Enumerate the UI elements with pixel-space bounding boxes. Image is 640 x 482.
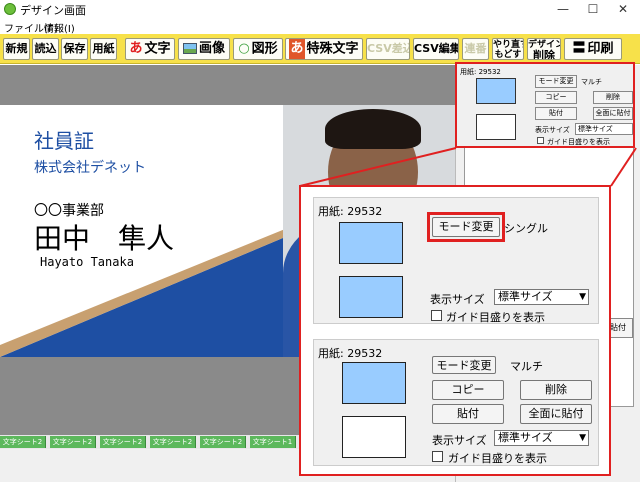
print-button[interactable]: 〓印刷 <box>564 38 622 60</box>
inset-guide-checkbox[interactable] <box>537 137 544 144</box>
multi-guide-label: ガイド目盛りを表示 <box>448 452 547 465</box>
inset-mode-button[interactable]: モード変更 <box>535 75 577 88</box>
chevron-down-icon: ▼ <box>579 292 586 302</box>
close-button[interactable]: ✕ <box>608 0 638 18</box>
save-button[interactable]: 保存 <box>61 38 88 60</box>
single-guide-label: ガイド目盛りを表示 <box>446 311 545 324</box>
card-name: 田中 隼人 <box>34 222 175 255</box>
print-icon: 〓 <box>572 41 586 56</box>
chevron-down-icon: ▼ <box>579 433 586 443</box>
multi-delete-button[interactable]: 削除 <box>520 380 592 400</box>
delete-design-label: 削除 <box>533 49 555 60</box>
maximize-button[interactable]: ☐ <box>578 0 608 18</box>
new-button[interactable]: 新規 <box>3 38 30 60</box>
single-size-select[interactable]: 標準サイズ ▼ <box>494 289 589 305</box>
app-icon <box>4 3 16 15</box>
csv-edit-button[interactable]: CSV編集 <box>413 38 459 60</box>
multi-size-label: 表示サイズ <box>432 434 487 447</box>
multi-paste-all-button[interactable]: 全面に貼付 <box>520 404 592 424</box>
single-size-value: 標準サイズ <box>498 290 553 303</box>
multi-paper-label: 用紙: 29532 <box>318 347 383 360</box>
multi-mode-panel: 用紙: 29532 モード変更 マルチ コピー 削除 貼付 全面に貼付 表示サイ… <box>313 339 599 466</box>
inset-copy-button[interactable]: コピー <box>535 91 577 104</box>
multi-size-select[interactable]: 標準サイズ ▼ <box>494 430 589 446</box>
card-romaji: Hayato Tanaka <box>40 255 134 269</box>
inset-mode-label: マルチ <box>581 78 602 86</box>
undo-redo-label: やり直す <box>493 40 523 50</box>
menu-bar: ファイル(F) 情報(I) <box>0 18 640 35</box>
multi-size-value: 標準サイズ <box>498 431 553 444</box>
sheet-tab[interactable]: 文字シート2 <box>100 436 146 448</box>
serial-number-button[interactable]: 連番 <box>462 38 489 60</box>
multi-swatch-top[interactable] <box>342 362 406 404</box>
single-mode-panel: 用紙: 29532 モード変更 シングル 表示サイズ 標準サイズ ▼ ガイド目盛… <box>313 197 599 324</box>
multi-swatch-bottom[interactable] <box>342 416 406 458</box>
single-swatch-top[interactable] <box>339 222 403 264</box>
window-title: デザイン画面 <box>20 4 86 17</box>
inset-delete-button[interactable]: 削除 <box>593 91 633 104</box>
csv-merge-button[interactable]: CSV差込 <box>366 38 410 60</box>
image-button[interactable]: 画像 <box>178 38 230 60</box>
delete-design-button[interactable]: デザイン 削除 <box>527 38 561 60</box>
special-text-button-label: 特殊文字 <box>306 41 359 57</box>
menu-info[interactable]: 情報(I) <box>44 20 75 35</box>
inset-size-label: 表示サイズ <box>535 126 570 134</box>
toolbar: 新規 読込 保存 用紙 あ文字 画像 ○ 図形 あ特殊文字 CSV差込 CSV編集… <box>0 34 640 64</box>
multi-paste-button[interactable]: 貼付 <box>432 404 504 424</box>
multi-mode-panel-small: 用紙: 29532 モード変更 マルチ コピー 削除 貼付 全面に貼付 表示サイ… <box>455 62 635 148</box>
single-size-label: 表示サイズ <box>430 293 485 306</box>
undo-label: もどす <box>494 50 522 60</box>
undo-button[interactable]: やり直す もどす <box>492 38 524 60</box>
circle-icon: ○ <box>238 41 250 56</box>
mode-change-illustration: 用紙: 29532 モード変更 シングル 表示サイズ 標準サイズ ▼ ガイド目盛… <box>299 185 611 476</box>
special-text-button[interactable]: あ特殊文字 <box>285 38 363 60</box>
sheet-tab[interactable]: 文字シート2 <box>50 436 96 448</box>
inset-swatch-bottom[interactable] <box>476 114 516 140</box>
single-guide-checkbox[interactable] <box>431 310 442 321</box>
text-icon: あ <box>129 41 143 56</box>
inset-size-select[interactable]: 標準サイズ <box>575 123 633 135</box>
print-button-label: 印刷 <box>587 41 614 57</box>
minimize-button[interactable]: — <box>548 0 578 18</box>
single-paper-label: 用紙: 29532 <box>318 205 383 218</box>
multi-mode-label: マルチ <box>510 360 543 373</box>
single-swatch-bottom[interactable] <box>339 276 403 318</box>
shape-button[interactable]: ○ 図形 <box>233 38 283 60</box>
title-bar: デザイン画面 — ☐ ✕ <box>0 0 640 18</box>
multi-copy-button[interactable]: コピー <box>432 380 504 400</box>
card-company: 株式会社デネット <box>34 160 146 176</box>
sheet-tab[interactable]: 文字シート1 <box>250 436 296 448</box>
shape-button-label: 図形 <box>251 41 278 57</box>
picture-icon <box>182 43 197 54</box>
multi-guide-checkbox[interactable] <box>432 451 443 462</box>
sheet-tab[interactable]: 文字シート2 <box>0 436 46 448</box>
single-mode-label: シングル <box>504 222 548 235</box>
inset-swatch-top[interactable] <box>476 78 516 104</box>
mode-button-highlight <box>427 212 505 242</box>
load-button[interactable]: 読込 <box>32 38 59 60</box>
card-title: 社員証 <box>34 129 94 153</box>
inset-guide-label: ガイド目盛りを表示 <box>547 138 610 146</box>
photo-hair <box>325 109 421 149</box>
inset-paste-button[interactable]: 貼付 <box>535 107 577 120</box>
paper-button[interactable]: 用紙 <box>90 38 117 60</box>
special-text-icon: あ <box>289 39 305 59</box>
multi-mode-button[interactable]: モード変更 <box>432 356 496 374</box>
text-button-label: 文字 <box>144 41 171 57</box>
text-button[interactable]: あ文字 <box>125 38 175 60</box>
inset-paste-all-button[interactable]: 全面に貼付 <box>593 107 633 120</box>
image-button-label: 画像 <box>198 41 225 56</box>
inset-paper-label: 用紙: 29532 <box>460 68 501 76</box>
sheet-tab[interactable]: 文字シート2 <box>200 436 246 448</box>
sheet-tab[interactable]: 文字シート2 <box>150 436 196 448</box>
